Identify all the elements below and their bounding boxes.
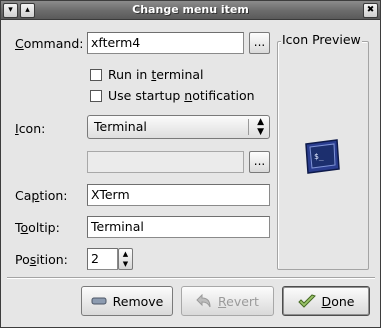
caption-label-pre: Ca <box>15 188 32 203</box>
run-in-terminal-label-post: erminal <box>156 67 204 82</box>
done-label-post: one <box>331 293 355 309</box>
command-input[interactable]: xfterm4 <box>87 32 244 54</box>
remove-button[interactable]: Remove <box>81 286 173 316</box>
revert-label-mnemonic: R <box>218 293 227 309</box>
window-title: Change menu item <box>132 3 249 16</box>
title-bar[interactable]: ▾ ▴ Change menu item ✖ <box>1 1 380 20</box>
position-label-pre: Po <box>15 252 30 267</box>
shade-button[interactable]: ▴ <box>20 3 35 18</box>
command-label: Command: <box>15 36 83 52</box>
run-in-terminal-label-pre: Run in <box>108 67 152 82</box>
startup-notification-label-pre: Use startup <box>108 88 185 103</box>
chevron-down-icon: ▾ <box>8 5 13 15</box>
revert-label-post: evert <box>226 293 259 309</box>
startup-notification-label[interactable]: Use startup notification <box>108 88 255 104</box>
remove-label: Remove <box>113 294 164 309</box>
icon-select-value: Terminal <box>94 119 147 134</box>
icon-select-separator <box>248 119 249 135</box>
icon-file-input[interactable] <box>87 151 244 173</box>
check-icon <box>297 294 316 308</box>
done-button[interactable]: Done <box>282 286 370 316</box>
spin-down-icon[interactable]: ▼ <box>119 259 132 269</box>
tooltip-input[interactable]: Terminal <box>87 216 270 238</box>
icon-label-post: con: <box>18 121 46 136</box>
revert-label: Revert <box>218 294 259 309</box>
button-separator <box>7 277 375 279</box>
spin-up-icon[interactable]: ▲ <box>119 249 132 259</box>
icon-select[interactable]: Terminal ▲ ▼ <box>87 115 270 139</box>
startup-notification-checkbox[interactable] <box>90 90 102 102</box>
command-label-mnemonic: C <box>15 36 24 51</box>
tooltip-label-post: oltip: <box>28 220 60 235</box>
icon-preview-label: Icon Preview <box>281 32 362 47</box>
position-label: Position: <box>15 252 68 268</box>
close-icon: ✖ <box>366 5 375 15</box>
caption-label: Caption: <box>15 188 67 204</box>
position-spinbox[interactable]: 2 <box>87 248 118 270</box>
position-label-post: ition: <box>36 252 68 267</box>
close-button[interactable]: ✖ <box>363 3 378 18</box>
chevron-up-icon: ▴ <box>25 5 30 15</box>
caption-input[interactable]: XTerm <box>87 184 270 206</box>
icon-browse-button[interactable]: ... <box>249 151 270 173</box>
icon-label: Icon: <box>15 121 45 137</box>
terminal-icon: $_ <box>305 139 340 174</box>
run-in-terminal-label[interactable]: Run in terminal <box>108 67 204 83</box>
minus-icon <box>91 297 107 305</box>
caption-label-post: tion: <box>39 188 68 203</box>
position-spin-buttons[interactable]: ▲ ▼ <box>118 248 133 270</box>
icon-preview-frame: $_ <box>277 41 369 270</box>
done-label-mnemonic: D <box>321 293 332 309</box>
run-in-terminal-checkbox[interactable] <box>90 69 102 81</box>
done-label: Done <box>322 294 355 309</box>
command-label-post: ommand: <box>23 36 84 51</box>
undo-icon <box>196 294 211 308</box>
updown-arrows-icon: ▲ ▼ <box>257 117 264 137</box>
tooltip-label: Tooltip: <box>15 220 60 236</box>
dialog-window: ▾ ▴ Change menu item ✖ Command: xfterm4 … <box>0 0 381 328</box>
revert-button[interactable]: Revert <box>181 286 274 316</box>
window-menu-button[interactable]: ▾ <box>3 3 18 18</box>
terminal-screen-text: $_ <box>314 152 324 161</box>
remove-label-pre: Remove <box>112 293 164 309</box>
command-browse-button[interactable]: ... <box>249 32 270 54</box>
startup-notification-label-post: otification <box>192 88 255 103</box>
